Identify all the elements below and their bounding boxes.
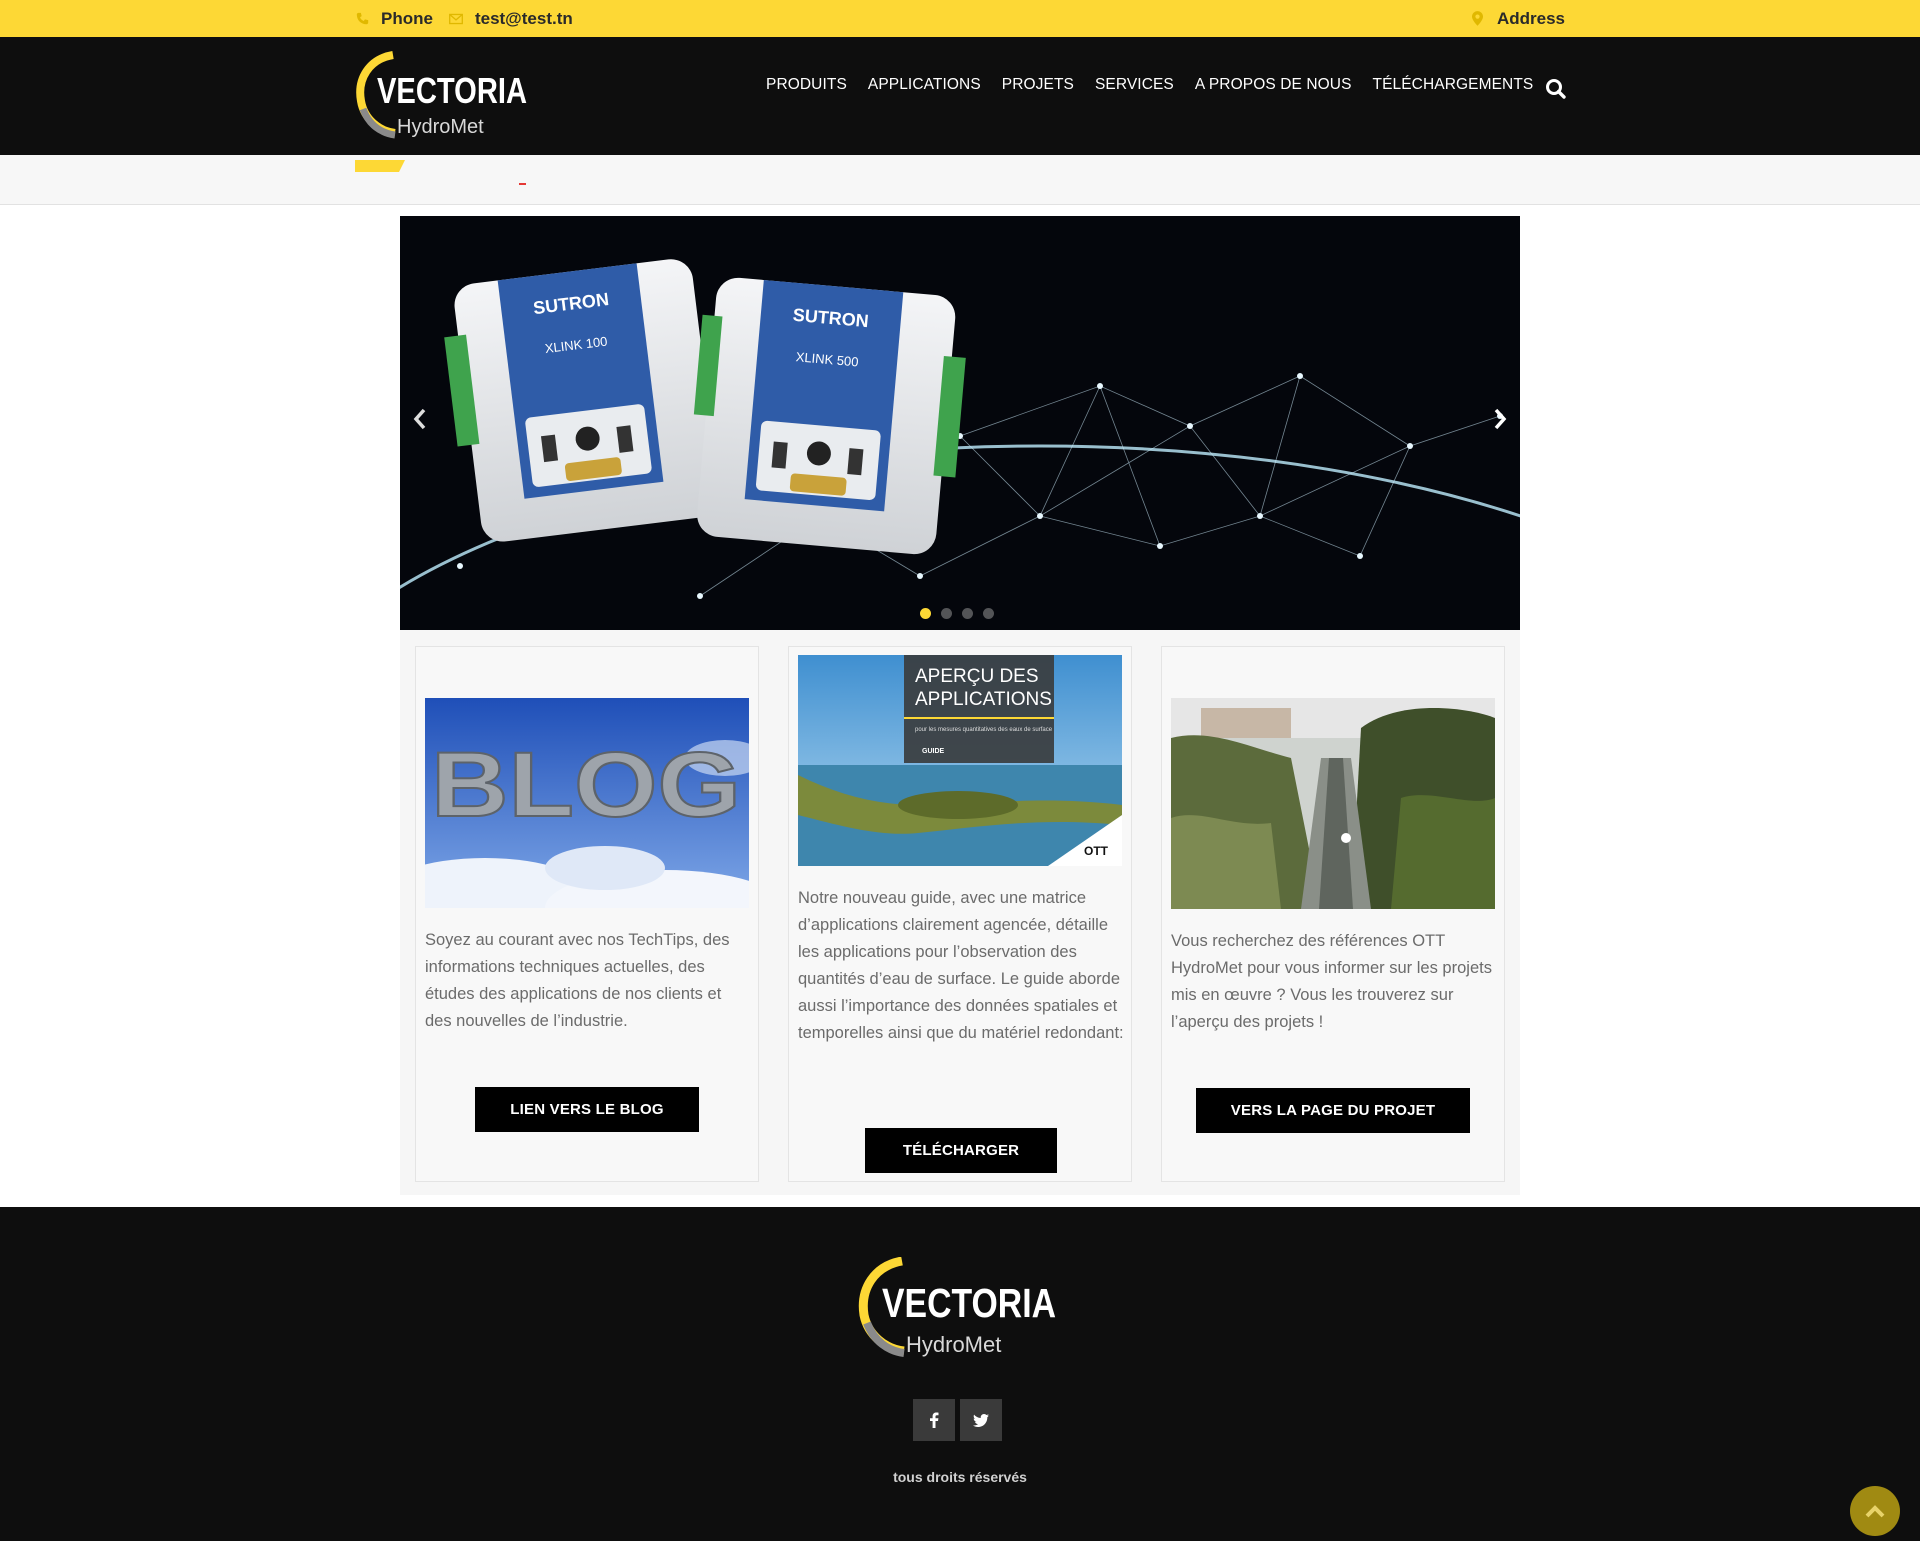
device-xlink-100: SUTRON XLINK 100 — [444, 259, 720, 542]
address-label: Address — [1496, 8, 1565, 28]
logo-subtext: HydroMet — [397, 116, 484, 138]
facebook-icon[interactable] — [913, 1399, 955, 1441]
copyright-text: tous droits réservés — [893, 1469, 1027, 1485]
map-marker-icon — [1471, 11, 1485, 26]
slider-prev-arrow-icon[interactable] — [408, 404, 432, 434]
slider-pagination — [920, 608, 1004, 619]
search-icon[interactable] — [1545, 78, 1567, 100]
footer-logo-text: VECTORIA — [882, 1280, 1056, 1326]
ott-brand: OTT — [1084, 844, 1109, 858]
project-image — [1171, 698, 1495, 909]
envelope-icon — [448, 12, 463, 26]
guide-subtitle: pour les mesures quantitatives des eaux … — [915, 727, 1053, 733]
slider-dot-4[interactable] — [983, 608, 994, 619]
breadcrumb-flag — [355, 160, 405, 172]
footer-logo[interactable]: VECTORIA HydroMet — [858, 1256, 1062, 1362]
guide-title-2: APPLICATIONS — [915, 689, 1052, 710]
phone-contact[interactable]: Phone — [355, 9, 433, 29]
main-header: VECTORIA HydroMet PRODUITS APPLICATIONS … — [0, 37, 1920, 155]
slider-next-arrow-icon[interactable] — [1488, 404, 1512, 434]
logo-text: VECTORIA — [377, 70, 527, 111]
main-nav: PRODUITS APPLICATIONS PROJETS SERVICES A… — [766, 76, 1554, 94]
breadcrumb-separator — [519, 183, 526, 185]
card-projects: Vous recherchez des références OTT Hydro… — [1161, 646, 1505, 1182]
nav-item-projets[interactable]: PROJETS — [1002, 76, 1074, 94]
blog-link-button[interactable]: LIEN VERS LE BLOG — [475, 1087, 699, 1132]
card-guide: APERÇU DES APPLICATIONS pour les mesures… — [788, 646, 1132, 1182]
site-logo[interactable]: VECTORIA HydroMet — [355, 51, 535, 143]
feature-cards: BLOG Soyez au courant avec nos TechTips,… — [375, 630, 1520, 1195]
card-guide-text: Notre nouveau guide, avec une matrice d’… — [798, 889, 1124, 1042]
slider-dot-3[interactable] — [962, 608, 973, 619]
device-xlink-500: SUTRON XLINK 500 — [693, 277, 966, 555]
card-projects-text: Vous recherchez des références OTT Hydro… — [1171, 932, 1492, 1031]
nav-item-a-propos[interactable]: A PROPOS DE NOUS — [1195, 76, 1352, 94]
arrow-up-icon — [1865, 1505, 1885, 1518]
slider-dot-2[interactable] — [941, 608, 952, 619]
breadcrumb-bar — [0, 155, 1920, 205]
guide-title-1: APERÇU DES — [915, 666, 1039, 687]
nav-item-produits[interactable]: PRODUITS — [766, 76, 847, 94]
address-contact[interactable]: Address — [1471, 9, 1565, 29]
guide-tag: GUIDE — [922, 748, 945, 755]
nav-item-telechargements[interactable]: TÉLÉCHARGEMENTS — [1373, 76, 1534, 94]
footer-logo-subtext: HydroMet — [906, 1332, 1001, 1357]
email-label: test@test.tn — [474, 8, 573, 28]
slider-dot-1[interactable] — [920, 608, 931, 619]
download-button[interactable]: TÉLÉCHARGER — [865, 1128, 1057, 1173]
hero-slider[interactable]: SUTRON XLINK 100 SUTRON XLINK 500 — [400, 216, 1520, 630]
twitter-icon[interactable] — [960, 1399, 1002, 1441]
project-page-button[interactable]: VERS LA PAGE DU PROJET — [1196, 1088, 1470, 1133]
guide-cover-image: APERÇU DES APPLICATIONS pour les mesures… — [798, 655, 1122, 866]
email-contact[interactable]: test@test.tn — [448, 8, 573, 29]
nav-item-services[interactable]: SERVICES — [1095, 76, 1174, 94]
blog-image: BLOG — [375, 698, 785, 946]
phone-label: Phone — [381, 8, 433, 28]
page: Phone test@test.tn Address VECTORIA Hydr… — [0, 0, 1920, 1541]
blog-image-text: BLOG — [431, 734, 741, 836]
slide-image: SUTRON XLINK 100 SUTRON XLINK 500 — [400, 216, 1520, 630]
back-to-top-button[interactable] — [1850, 1486, 1900, 1536]
card-blog: BLOG Soyez au courant avec nos TechTips,… — [375, 646, 785, 1182]
card-blog-text: Soyez au courant avec nos TechTips, des … — [425, 931, 730, 1030]
top-contact-bar: Phone test@test.tn Address — [0, 0, 1920, 37]
nav-item-applications[interactable]: APPLICATIONS — [868, 76, 981, 94]
phone-icon — [355, 12, 369, 26]
footer: VECTORIA HydroMet tous droits réservés — [0, 1207, 1920, 1541]
